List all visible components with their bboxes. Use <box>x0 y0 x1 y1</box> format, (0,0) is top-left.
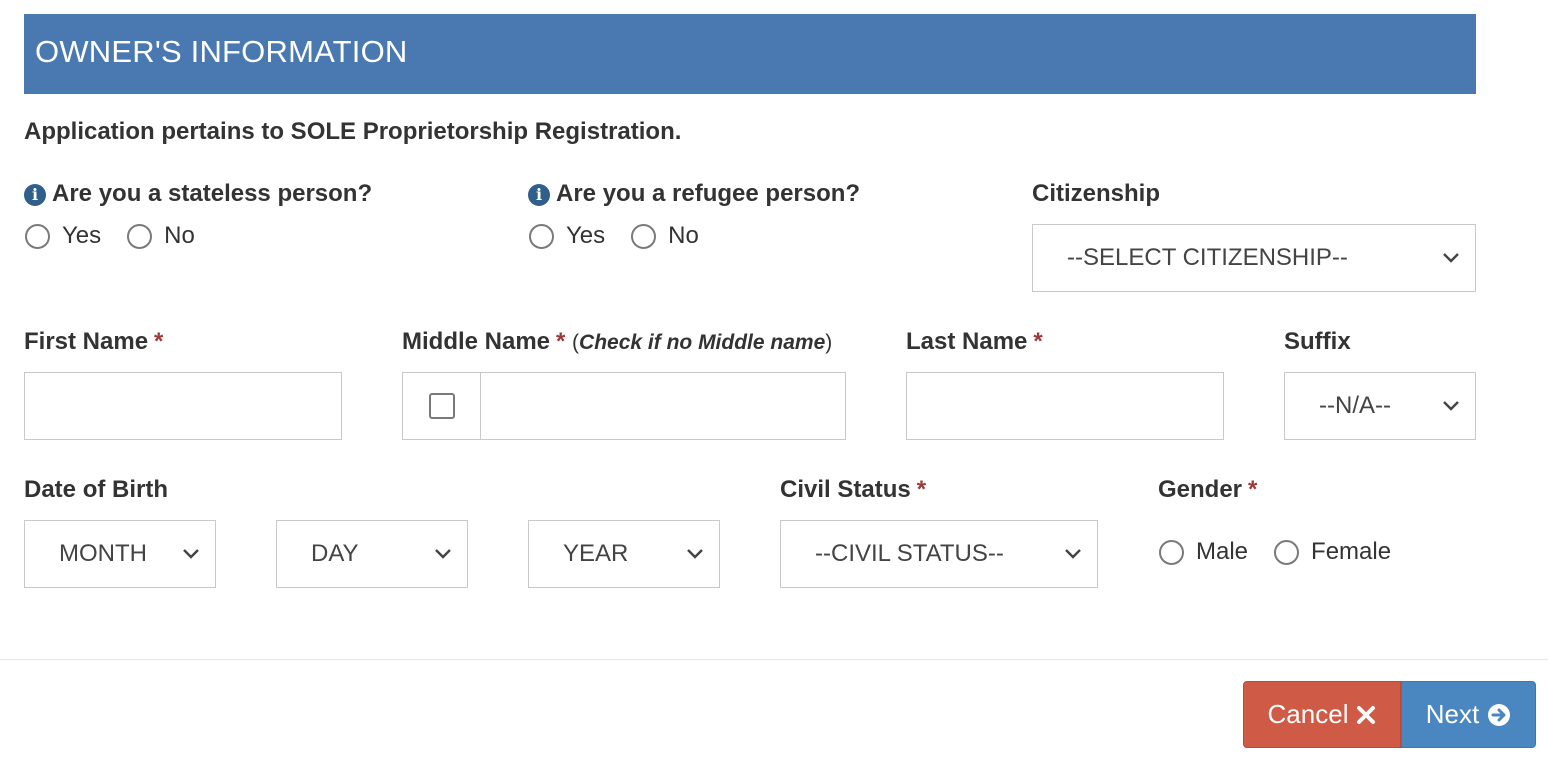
info-icon[interactable]: i <box>24 184 46 206</box>
stateless-radio-group: Yes No <box>25 222 221 250</box>
stateless-yes-label: Yes <box>62 222 102 249</box>
dob-day-select[interactable]: DAY <box>276 520 468 588</box>
first-name-input[interactable] <box>24 372 342 440</box>
chevron-down-icon <box>1437 244 1465 272</box>
chevron-down-icon <box>1059 540 1087 568</box>
citizenship-label: Citizenship <box>1032 180 1161 207</box>
civil-status-label: Civil Status * <box>780 476 926 504</box>
refugee-question: i Are you a refugee person? <box>528 180 860 208</box>
section-header: OWNER'S INFORMATION <box>24 14 1476 94</box>
middle-name-label-text: Middle Name <box>402 328 551 355</box>
chevron-down-icon <box>681 540 709 568</box>
required-mark: * <box>154 328 164 355</box>
last-name-input[interactable] <box>906 372 1224 440</box>
no-middle-name-checkbox[interactable] <box>428 393 455 419</box>
stateless-yes-option[interactable]: Yes <box>25 222 101 250</box>
stateless-no-radio[interactable] <box>127 223 153 249</box>
stateless-no-option[interactable]: No <box>127 222 195 250</box>
refugee-no-label: No <box>668 222 699 249</box>
times-icon <box>1356 705 1376 725</box>
citizenship-select[interactable]: --SELECT CITIZENSHIP-- <box>1032 224 1476 292</box>
suffix-selected: --N/A-- <box>1319 392 1391 419</box>
dob-label: Date of Birth <box>24 476 168 503</box>
civil-status-selected: --CIVIL STATUS-- <box>815 540 1004 567</box>
stateless-yes-radio[interactable] <box>25 223 50 249</box>
gender-label: Gender * <box>1158 476 1257 504</box>
refugee-no-option[interactable]: No <box>631 222 699 250</box>
gender-female-option[interactable]: Female <box>1274 538 1391 566</box>
dob-year-select[interactable]: YEAR <box>528 520 720 588</box>
suffix-select[interactable]: --N/A-- <box>1284 372 1476 440</box>
civil-status-select[interactable]: --CIVIL STATUS-- <box>780 520 1098 588</box>
chevron-down-icon <box>177 540 205 568</box>
first-name-label: First Name * <box>24 328 163 356</box>
middle-name-group <box>402 372 846 440</box>
last-name-label-text: Last Name <box>906 328 1028 355</box>
cancel-label: Cancel <box>1267 699 1349 729</box>
stateless-no-label: No <box>164 222 195 249</box>
info-icon[interactable]: i <box>528 184 550 206</box>
suffix-label: Suffix <box>1284 328 1351 355</box>
refugee-yes-radio[interactable] <box>529 223 554 249</box>
next-button[interactable]: Next <box>1401 681 1536 748</box>
chevron-down-icon <box>429 540 457 568</box>
note-text: Check if no Middle name <box>579 331 826 354</box>
note-open: ( <box>572 331 580 354</box>
section-title: OWNER'S INFORMATION <box>35 34 408 69</box>
arrow-circle-right-icon <box>1487 703 1511 727</box>
cancel-button[interactable]: Cancel <box>1243 681 1401 748</box>
dob-year-selected: YEAR <box>563 540 629 567</box>
last-name-label: Last Name * <box>906 328 1043 356</box>
stateless-label: Are you a stateless person? <box>52 180 373 207</box>
refugee-label: Are you a refugee person? <box>556 180 861 207</box>
required-mark: * <box>916 476 927 503</box>
chevron-down-icon <box>1437 392 1465 420</box>
next-label: Next <box>1425 699 1480 729</box>
refugee-yes-label: Yes <box>566 222 606 249</box>
note-close: ) <box>825 331 833 354</box>
gender-male-label: Male <box>1196 538 1249 565</box>
required-mark: * <box>1248 476 1258 503</box>
footer-divider <box>0 659 1548 660</box>
middle-name-input[interactable] <box>481 373 845 439</box>
stateless-question: i Are you a stateless person? <box>24 180 372 208</box>
dob-day-selected: DAY <box>311 540 359 567</box>
gender-female-radio[interactable] <box>1274 539 1300 565</box>
dob-month-select[interactable]: MONTH <box>24 520 216 588</box>
gender-female-label: Female <box>1311 538 1392 565</box>
required-mark: * <box>1033 328 1043 355</box>
citizenship-selected: --SELECT CITIZENSHIP-- <box>1067 244 1348 271</box>
gender-male-option[interactable]: Male <box>1159 538 1248 566</box>
gender-label-text: Gender <box>1158 476 1243 503</box>
gender-radio-group: Male Female <box>1159 538 1417 566</box>
first-name-label-text: First Name <box>24 328 149 355</box>
middle-name-label: Middle Name * (Check if no Middle name) <box>402 328 832 356</box>
refugee-yes-option[interactable]: Yes <box>529 222 605 250</box>
dob-month-selected: MONTH <box>59 540 147 567</box>
gender-male-radio[interactable] <box>1159 539 1184 565</box>
no-middle-name-cell <box>403 373 481 439</box>
middle-name-note: (Check if no Middle name) <box>572 331 832 354</box>
civil-status-label-text: Civil Status <box>780 476 911 503</box>
refugee-no-radio[interactable] <box>631 223 657 249</box>
refugee-radio-group: Yes No <box>529 222 725 250</box>
registration-notice: Application pertains to SOLE Proprietors… <box>24 118 682 145</box>
required-mark: * <box>556 328 566 355</box>
